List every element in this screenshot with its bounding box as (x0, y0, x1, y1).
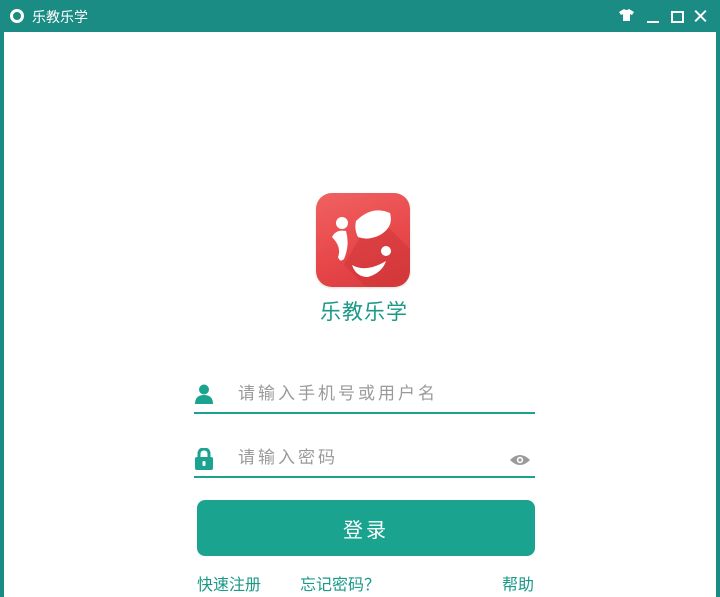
password-input[interactable] (236, 442, 500, 474)
password-field[interactable] (194, 440, 535, 478)
maximize-button[interactable] (666, 0, 688, 32)
register-link[interactable]: 快速注册 (197, 571, 261, 595)
app-window: 乐教乐学 乐教乐学 请输入手机号或用户名 登录 快速注册 忘记密码？ 帮助 (0, 0, 720, 597)
app-logo (316, 193, 410, 287)
brand-name: 乐教乐学 (320, 300, 408, 324)
close-button[interactable] (690, 0, 712, 32)
forgot-password-link[interactable]: 忘记密码？ (300, 571, 380, 595)
lock-icon (195, 448, 213, 470)
username-input[interactable] (236, 378, 500, 410)
title-bar[interactable]: 乐教乐学 (0, 0, 720, 32)
window-title: 乐教乐学 (32, 10, 88, 26)
logo-figures-icon (332, 210, 410, 287)
user-icon (195, 384, 213, 404)
skin-button[interactable] (616, 0, 638, 32)
shirt-icon (619, 9, 634, 21)
username-field[interactable] (194, 376, 535, 414)
login-button[interactable]: 登录 (197, 500, 535, 556)
minimize-button[interactable] (642, 0, 664, 32)
app-logo-icon (10, 9, 24, 23)
eye-icon[interactable] (509, 454, 531, 466)
help-link[interactable]: 帮助 (502, 571, 534, 595)
